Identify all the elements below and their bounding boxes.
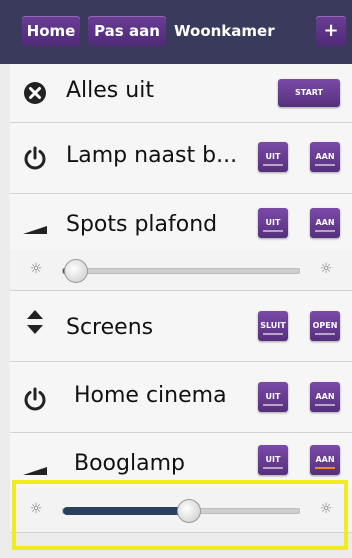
start-button[interactable]: START [278, 79, 340, 107]
highlight-frame [12, 480, 348, 550]
row-label: Alles uit [66, 78, 154, 103]
off-button[interactable]: UIT [258, 445, 288, 475]
sun-low-icon: ☼ [29, 261, 43, 277]
close-circle-icon [24, 82, 46, 104]
power-icon [24, 387, 46, 411]
on-button[interactable]: AAN [310, 445, 340, 475]
row-home-cinema: Home cinema UIT AAN [10, 362, 352, 433]
off-button[interactable]: UIT [258, 382, 288, 412]
on-button[interactable]: AAN [310, 142, 340, 172]
slider-track[interactable] [62, 259, 300, 283]
dimmer-ramp-icon [23, 226, 47, 234]
row-label: Home cinema [74, 383, 227, 408]
add-button[interactable]: + [316, 16, 346, 46]
off-button[interactable]: UIT [258, 142, 288, 172]
close-screens-button[interactable]: SLUIT [258, 311, 288, 341]
dimmer-slider-spots[interactable]: ☼ ☼ [10, 250, 352, 291]
row-spots: Spots plafond UIT AAN [10, 194, 352, 250]
row-lamp: Lamp naast b... UIT AAN [10, 123, 352, 194]
top-bar: Home Pas aan Woonkamer + [0, 0, 352, 64]
room-title: Woonkamer [174, 22, 275, 40]
home-button[interactable]: Home [22, 16, 80, 46]
row-label: Booglamp [74, 451, 185, 476]
power-icon [24, 146, 46, 170]
row-label: Lamp naast b... [66, 143, 238, 168]
row-label: Spots plafond [66, 212, 218, 237]
off-button[interactable]: UIT [258, 208, 288, 238]
dimmer-ramp-icon [23, 467, 47, 475]
on-button[interactable]: AAN [310, 382, 340, 412]
edit-button[interactable]: Pas aan [88, 16, 166, 46]
open-screens-button[interactable]: OPEN [310, 311, 340, 341]
up-down-arrows-icon [27, 310, 43, 334]
row-screens: Screens SLUIT OPEN [10, 291, 352, 362]
row-label: Screens [66, 315, 154, 340]
sun-high-icon: ☼ [319, 261, 333, 277]
slider-knob[interactable] [63, 259, 88, 283]
on-button[interactable]: AAN [310, 208, 340, 238]
row-alles-uit: Alles uit START [10, 64, 352, 123]
